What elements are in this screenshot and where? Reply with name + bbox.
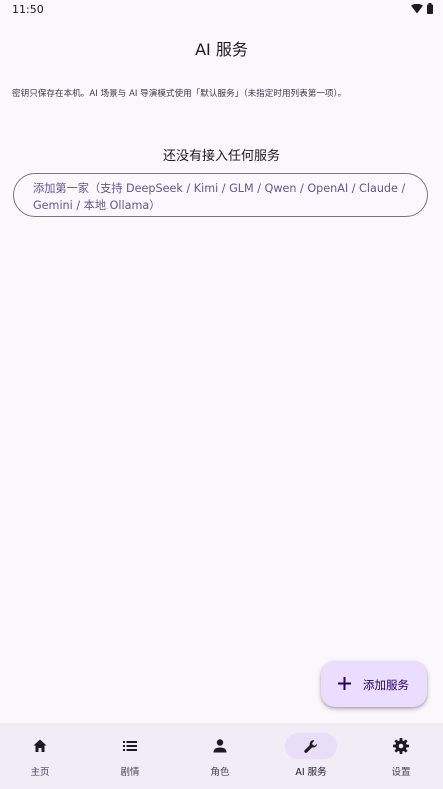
person-icon <box>211 737 229 755</box>
nav-label-characters: 角色 <box>210 767 230 778</box>
battery-icon <box>427 3 433 14</box>
empty-state-title: 还没有接入任何服务 <box>162 149 280 164</box>
nav-label-ai-service: AI 服务 <box>295 767 327 778</box>
nav-item-settings[interactable]: 设置 <box>361 723 441 789</box>
plus-icon <box>337 676 352 691</box>
wifi-icon <box>411 3 423 14</box>
list-icon <box>121 737 139 755</box>
page-title: AI 服务 <box>195 40 248 59</box>
add-service-label: 添加服务 <box>363 678 409 692</box>
wrench-icon <box>302 737 320 755</box>
add-first-label-line1: 添加第一家（支持 DeepSeek / Kimi / GLM / Qwen / … <box>33 182 406 195</box>
nav-item-characters[interactable]: 角色 <box>180 723 260 789</box>
bottom-navigation: 主页 剧情 角色 AI 服务 设置 <box>0 723 443 789</box>
info-note: 密钥只保存在本机。AI 场景与 AI 导演模式使用「默认服务」（未指定时用列表第… <box>12 89 347 99</box>
add-first-label-line2: Gemini / 本地 Ollama） <box>33 199 161 212</box>
nav-item-story[interactable]: 剧情 <box>90 723 170 789</box>
nav-label-home: 主页 <box>30 767 50 778</box>
home-icon <box>31 737 49 755</box>
nav-label-story: 剧情 <box>120 767 140 778</box>
nav-item-home[interactable]: 主页 <box>0 723 80 789</box>
gear-icon <box>392 737 410 755</box>
nav-item-ai-service[interactable]: AI 服务 <box>271 723 351 789</box>
status-bar: 11:50 <box>0 0 443 22</box>
app-bar: AI 服务 <box>0 24 443 68</box>
add-service-fab[interactable]: 添加服务 <box>321 661 427 707</box>
add-first-service-button[interactable]: 添加第一家（支持 DeepSeek / Kimi / GLM / Qwen / … <box>13 173 428 217</box>
status-icons <box>411 3 433 14</box>
nav-label-settings: 设置 <box>391 767 411 778</box>
status-time: 11:50 <box>12 3 44 16</box>
